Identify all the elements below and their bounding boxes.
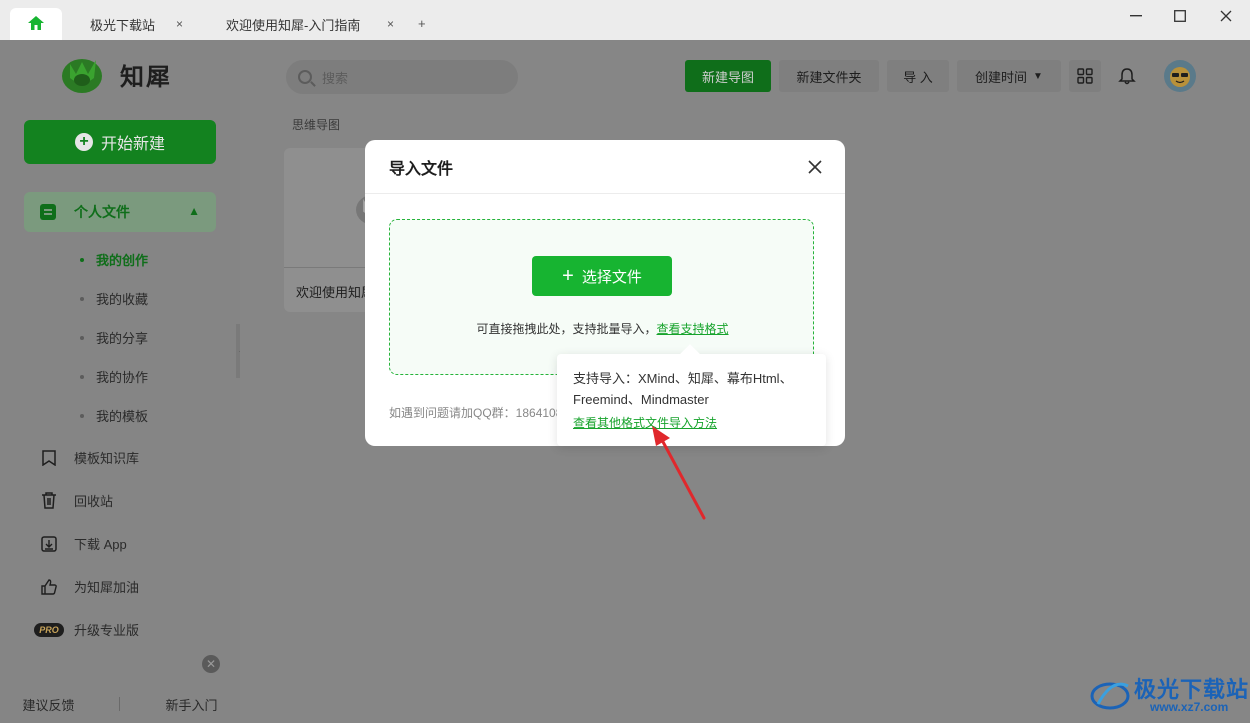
drop-hint-text: 可直接拖拽此处，支持批量导入，: [476, 322, 657, 336]
file-drop-zone[interactable]: + 选择文件 可直接拖拽此处，支持批量导入，查看支持格式: [389, 219, 814, 375]
tab-home[interactable]: [10, 8, 62, 40]
nav-recycle-bin[interactable]: 回收站: [40, 479, 139, 522]
subnav-label: 我的收藏: [96, 292, 149, 307]
sort-label: 创建时间: [975, 69, 1028, 85]
select-file-label: 选择文件: [581, 268, 642, 286]
download-icon: [40, 535, 58, 553]
title-bar: 极光下载站 × 欢迎使用知犀-入门指南 × +: [0, 0, 1250, 40]
nav-label: 下载 App: [74, 537, 127, 552]
search-icon: [298, 70, 312, 84]
import-button[interactable]: 导 入: [887, 60, 949, 92]
start-new-label: 开始新建: [100, 136, 165, 153]
nav-template-library[interactable]: 模板知识库: [40, 436, 139, 479]
close-window-icon[interactable]: [1212, 4, 1240, 28]
personal-files-group[interactable]: 个人文件 ▲: [24, 192, 216, 232]
tab-label: 欢迎使用知犀-入门指南: [226, 17, 361, 33]
new-folder-button[interactable]: 新建文件夹: [779, 60, 879, 92]
subnav-my-collaborations[interactable]: 我的协作: [80, 357, 148, 396]
sidebar: 知犀 + 开始新建 个人文件 ▲ 我的创作 我的收藏 我的分享 我的协作 我的模…: [0, 40, 240, 723]
subnav-my-favorites[interactable]: 我的收藏: [80, 279, 148, 318]
trash-icon: [40, 492, 58, 510]
new-mindmap-button[interactable]: 新建导图: [685, 60, 771, 92]
sidebar-footer: 建议反馈 新手入门: [0, 685, 240, 723]
nav-label: 模板知识库: [74, 451, 140, 466]
bullet-icon: [80, 257, 84, 262]
nav-upgrade-pro[interactable]: PRO 升级专业版: [34, 608, 140, 651]
close-icon[interactable]: [805, 157, 825, 177]
nav-cheer[interactable]: 为知犀加油: [40, 565, 139, 608]
logo: 知犀: [60, 54, 172, 94]
view-supported-formats-link[interactable]: 查看支持格式: [657, 322, 729, 336]
nav-download-app[interactable]: 下载 App: [40, 522, 139, 565]
bullet-icon: [80, 296, 84, 301]
start-new-button[interactable]: + 开始新建: [24, 120, 216, 164]
close-circle-icon[interactable]: ✕: [202, 655, 220, 673]
section-label: 思维导图: [292, 118, 341, 132]
search-placeholder: 搜索: [322, 70, 349, 86]
select-file-button[interactable]: + 选择文件: [532, 256, 672, 296]
subnav-my-templates[interactable]: 我的模板: [80, 396, 148, 435]
drop-hint: 可直接拖拽此处，支持批量导入，查看支持格式: [390, 320, 815, 337]
bell-icon[interactable]: [1111, 60, 1143, 92]
avatar-face-icon: [1170, 67, 1190, 87]
tab-jiguang[interactable]: 极光下载站: [90, 8, 155, 40]
tab-label: 极光下载站: [90, 17, 156, 33]
tab-welcome-guide[interactable]: 欢迎使用知犀-入门指南: [226, 8, 360, 40]
feedback-link[interactable]: 建议反馈: [22, 695, 74, 714]
pro-badge: PRO: [34, 622, 64, 637]
thumbs-up-icon: [40, 578, 58, 596]
beginner-guide-link[interactable]: 新手入门: [165, 695, 217, 714]
maximize-icon[interactable]: [1166, 4, 1194, 28]
dialog-title: 导入文件: [365, 140, 845, 194]
document-icon: [40, 204, 56, 220]
plus-circle-icon: +: [74, 133, 93, 151]
nav-label: 回收站: [74, 494, 114, 509]
nav-label: 为知犀加油: [74, 580, 140, 595]
rhino-logo-icon: [62, 59, 102, 93]
bullet-icon: [80, 374, 84, 379]
personal-files-label: 个人文件: [74, 204, 130, 220]
home-icon: [28, 15, 44, 33]
new-tab-icon[interactable]: +: [418, 16, 426, 31]
supported-formats-text: 支持导入：XMind、知犀、幕布Html、Freemind、Mindmaster: [573, 371, 793, 407]
sort-dropdown[interactable]: 创建时间 ▼: [957, 60, 1061, 92]
sidebar-nav: 模板知识库 回收站 下载 App 为知犀加油 PRO 升级专业版: [34, 436, 140, 651]
subnav-label: 我的协作: [96, 370, 149, 385]
subnav-label: 我的分享: [96, 331, 149, 346]
watermark-url: www.xz7.com: [1150, 700, 1229, 714]
red-arrow-annotation: [652, 426, 706, 520]
avatar[interactable]: [1164, 60, 1196, 92]
chevron-down-icon: ▼: [1033, 70, 1043, 82]
logo-text: 知犀: [120, 63, 172, 91]
tab-close-icon[interactable]: ×: [387, 8, 394, 40]
qq-group-note: 如遇到问题请加QQ群：1864108: [389, 406, 563, 420]
divider: [119, 697, 121, 711]
nav-label: 升级专业版: [74, 623, 140, 638]
subnav-my-creations[interactable]: 我的创作: [80, 240, 148, 279]
subnav-label: 我的创作: [96, 253, 149, 268]
subnav-my-shares[interactable]: 我的分享: [80, 318, 148, 357]
minimize-icon[interactable]: [1122, 4, 1150, 28]
personal-subnav: 我的创作 我的收藏 我的分享 我的协作 我的模板: [80, 240, 148, 435]
bullet-icon: [80, 335, 84, 340]
bookmark-icon: [40, 449, 58, 467]
chevron-up-icon: ▲: [188, 204, 200, 218]
grid-view-icon[interactable]: [1069, 60, 1101, 92]
subnav-label: 我的模板: [96, 409, 149, 424]
plus-icon: +: [562, 265, 574, 287]
search-input[interactable]: 搜索: [286, 60, 518, 94]
bullet-icon: [80, 413, 84, 418]
tab-close-icon[interactable]: ×: [176, 8, 183, 40]
